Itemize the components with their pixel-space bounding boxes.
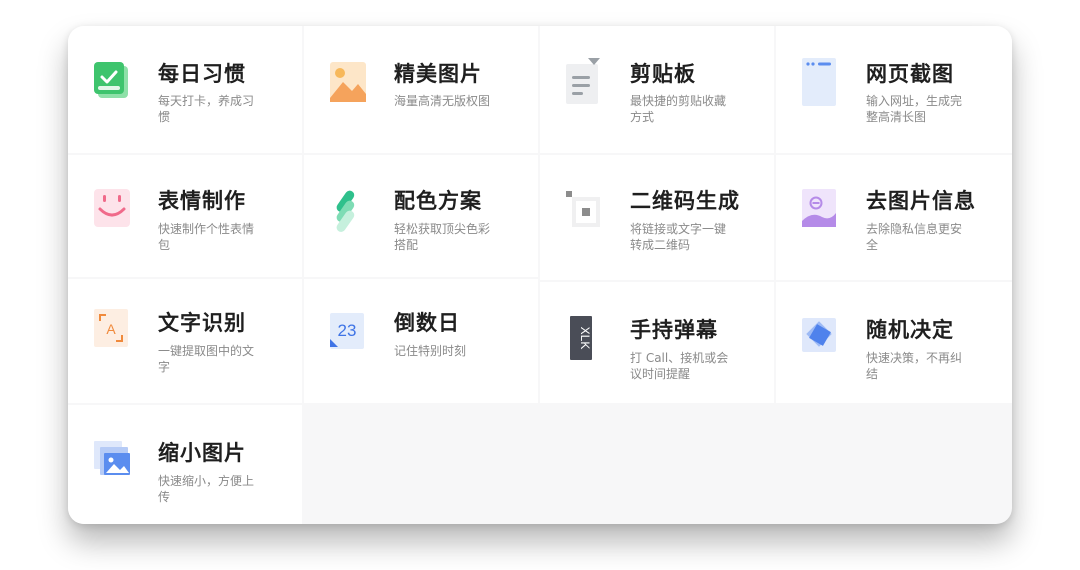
- tool-title: 每日习惯: [158, 62, 246, 86]
- random-decide-icon: [802, 318, 840, 362]
- tool-desc: 快速缩小，方便上传: [158, 474, 255, 504]
- tool-card-compress-image[interactable]: 缩小图片 快速缩小，方便上传: [68, 405, 302, 524]
- tool-desc: 输入网址，生成完整高清长图: [866, 94, 963, 124]
- tool-card-random-decide[interactable]: 随机决定 快速决策，不再纠结: [776, 282, 1012, 403]
- tool-title: 缩小图片: [158, 441, 246, 465]
- smiley-icon: [94, 189, 132, 233]
- tool-title: 二维码生成: [630, 189, 740, 213]
- tool-title: 表情制作: [158, 189, 246, 213]
- tool-card-remove-image-info[interactable]: 去图片信息 去除隐私信息更安全: [776, 155, 1012, 280]
- tool-card-qr-generator[interactable]: 二维码生成 将链接或文字一键转成二维码: [540, 155, 774, 280]
- tool-desc: 海量高清无版权图: [394, 94, 491, 108]
- webpage-screenshot-icon: [802, 58, 840, 106]
- tool-desc: 每天打卡，养成习惯: [158, 94, 255, 124]
- tool-card-clipboard[interactable]: 剪贴板 最快捷的剪贴收藏方式: [540, 26, 774, 153]
- tool-card-emoji-maker[interactable]: 表情制作 快速制作个性表情包: [68, 155, 302, 277]
- tool-desc: 快速制作个性表情包: [158, 222, 255, 252]
- tool-desc: 轻松获取顶尖色彩搭配: [394, 222, 491, 252]
- tool-desc: 最快捷的剪贴收藏方式: [630, 94, 727, 124]
- tool-desc: 快速决策，不再纠结: [866, 351, 963, 381]
- tool-title: 文字识别: [158, 311, 246, 335]
- tool-card-text-recognition[interactable]: A 文字识别 一键提取图中的文字: [68, 279, 302, 403]
- tool-title: 配色方案: [394, 189, 482, 213]
- tool-title: 随机决定: [866, 318, 954, 342]
- tool-title: 倒数日: [394, 311, 460, 335]
- tool-card-daily-habit[interactable]: 每日习惯 每天打卡，养成习惯: [68, 26, 302, 153]
- qr-code-icon: [566, 191, 604, 235]
- tools-panel: 每日习惯 每天打卡，养成习惯 精美图片 海量高清无版权图 剪贴板 最快捷的剪贴收…: [68, 26, 1012, 524]
- tool-desc: 打 Call、接机或会议时间提醒: [630, 351, 729, 381]
- svg-text:A: A: [106, 321, 116, 337]
- tool-desc: 记住特别时刻: [394, 344, 467, 358]
- calendar-check-icon: [94, 62, 132, 106]
- tool-desc: 去除隐私信息更安全: [866, 222, 963, 252]
- tool-title: 剪贴板: [630, 62, 696, 86]
- tool-title: 去图片信息: [866, 189, 976, 213]
- text-recognition-icon: A: [94, 309, 132, 353]
- tool-title: 精美图片: [394, 62, 482, 86]
- tool-title: 网页截图: [866, 62, 954, 86]
- tool-card-countdown[interactable]: 23 倒数日 记住特别时刻: [304, 279, 538, 403]
- countdown-icon-number: 23: [338, 321, 357, 340]
- image-compress-icon: [94, 441, 132, 485]
- tool-card-beautiful-images[interactable]: 精美图片 海量高清无版权图: [304, 26, 538, 153]
- countdown-icon: 23: [330, 313, 368, 357]
- tool-desc: 将链接或文字一键转成二维码: [630, 222, 727, 252]
- tool-card-webpage-screenshot[interactable]: 网页截图 输入网址，生成完整高清长图: [776, 26, 1012, 153]
- tool-title: 手持弹幕: [630, 318, 718, 342]
- tool-desc: 一键提取图中的文字: [158, 344, 255, 374]
- danmaku-icon: XLK: [566, 316, 604, 360]
- danmaku-icon-text: XLK: [578, 327, 592, 350]
- image-info-remove-icon: [802, 189, 840, 233]
- image-icon: [330, 62, 368, 106]
- clipboard-icon: [566, 58, 604, 104]
- tool-card-color-scheme[interactable]: 配色方案 轻松获取顶尖色彩搭配: [304, 155, 538, 277]
- tool-card-handheld-danmaku[interactable]: XLK 手持弹幕 打 Call、接机或会议时间提醒: [540, 282, 774, 403]
- color-palette-icon: [330, 185, 368, 232]
